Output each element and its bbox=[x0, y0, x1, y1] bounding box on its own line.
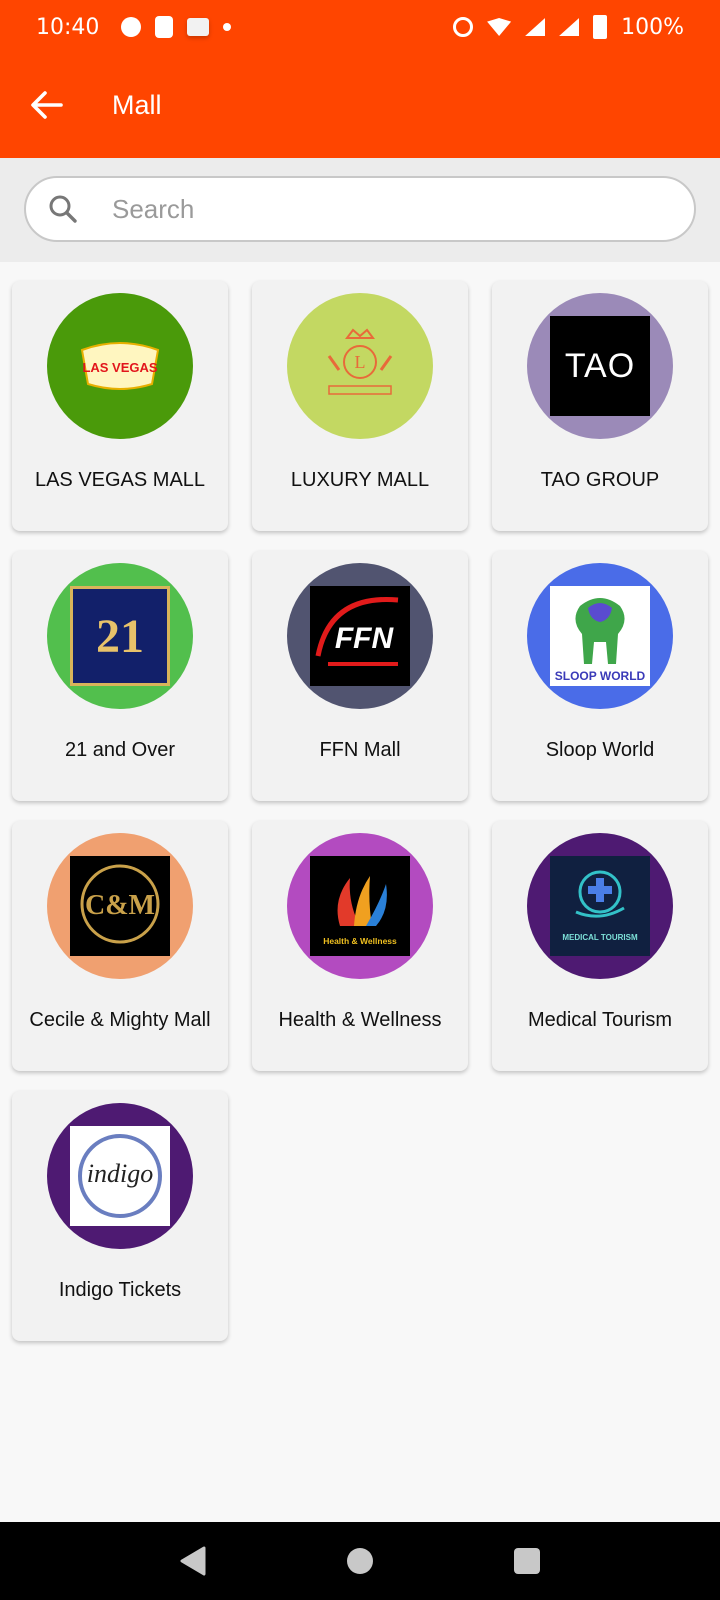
mall-card-health-wellness[interactable]: Health & Wellness Health & Wellness bbox=[252, 821, 468, 1071]
mall-label: Indigo Tickets bbox=[58, 1279, 182, 1301]
notification-icon bbox=[121, 17, 142, 37]
mall-label: Sloop World bbox=[545, 739, 655, 761]
mall-card-las-vegas[interactable]: LAS VEGAS LAS VEGAS MALL bbox=[12, 281, 228, 531]
battery-percent: 100% bbox=[621, 14, 684, 40]
nav-back-button[interactable] bbox=[173, 1541, 213, 1581]
mall-label: Health & Wellness bbox=[278, 1009, 442, 1031]
mall-card-luxury[interactable]: L LUXURY MALL bbox=[252, 281, 468, 531]
search-area bbox=[0, 158, 720, 262]
status-bar: 10:40 100% bbox=[0, 0, 720, 54]
ge-icon bbox=[187, 18, 210, 36]
mall-logo-circle: FFN bbox=[287, 563, 433, 709]
luxury-logo-text: L bbox=[355, 352, 366, 372]
sloop-logo-text: SLOOP WORLD bbox=[555, 669, 646, 683]
more-notifications-icon bbox=[223, 23, 232, 31]
ffn-logo-icon: FFN bbox=[310, 586, 410, 686]
system-nav-bar bbox=[0, 1522, 720, 1600]
mall-logo-circle: 21 bbox=[47, 563, 193, 709]
mall-label: LUXURY MALL bbox=[290, 469, 430, 491]
mall-logo-circle: TAO bbox=[527, 293, 673, 439]
21-logo-text: 21 bbox=[96, 609, 144, 663]
battery-icon bbox=[593, 15, 608, 39]
flame-people-icon: Health & Wellness bbox=[310, 856, 410, 956]
21-over-logo-icon: 21 bbox=[70, 586, 170, 686]
wifi-icon bbox=[487, 18, 512, 36]
mall-label: 21 and Over bbox=[64, 739, 176, 761]
mall-logo-circle: MEDICAL TOURISM bbox=[527, 833, 673, 979]
mall-label: LAS VEGAS MALL bbox=[34, 469, 206, 491]
mall-card-medical-tourism[interactable]: MEDICAL TOURISM Medical Tourism bbox=[492, 821, 708, 1071]
back-button[interactable] bbox=[0, 62, 92, 148]
las-vegas-logo-text: LAS VEGAS bbox=[82, 360, 157, 375]
arrow-left-icon bbox=[31, 91, 63, 119]
luxury-crest-icon: L bbox=[310, 316, 410, 416]
search-input[interactable] bbox=[112, 193, 632, 225]
cm-logo-text: C&M bbox=[85, 890, 155, 921]
status-time: 10:40 bbox=[36, 14, 100, 40]
alarm-icon bbox=[453, 17, 474, 37]
mall-card-cecile-mighty[interactable]: C&M Cecile & Mighty Mall bbox=[12, 821, 228, 1071]
indigo-logo-text: indigo bbox=[87, 1159, 153, 1188]
mall-logo-circle: SLOOP WORLD bbox=[527, 563, 673, 709]
mall-label: Cecile & Mighty Mall bbox=[29, 1009, 211, 1031]
nav-recents-button[interactable] bbox=[507, 1541, 547, 1581]
mall-logo-circle: LAS VEGAS bbox=[47, 293, 193, 439]
app-bar: 10:40 100% Mall bbox=[0, 0, 720, 158]
page-title: Mall bbox=[112, 89, 162, 120]
mall-card-21-and-over[interactable]: 21 21 and Over bbox=[12, 551, 228, 801]
search-bar[interactable] bbox=[24, 176, 696, 242]
ffn-logo-text: FFN bbox=[335, 622, 395, 655]
search-icon bbox=[26, 194, 100, 224]
tao-logo-text: TAO bbox=[564, 346, 636, 385]
mall-logo-circle: C&M bbox=[47, 833, 193, 979]
triangle-back-icon bbox=[180, 1546, 206, 1576]
data-warning-icon bbox=[155, 16, 174, 38]
mall-label: TAO GROUP bbox=[540, 469, 660, 491]
square-recents-icon bbox=[513, 1548, 540, 1574]
mall-label: FFN Mall bbox=[319, 739, 401, 761]
health-logo-text: Health & Wellness bbox=[323, 936, 397, 946]
tao-logo-icon: TAO bbox=[550, 316, 650, 416]
signal-icon bbox=[525, 18, 546, 36]
signal-icon-2 bbox=[559, 18, 580, 36]
elephant-icon: SLOOP WORLD bbox=[550, 586, 650, 686]
mall-card-ffn[interactable]: FFN FFN Mall bbox=[252, 551, 468, 801]
indigo-logo-icon: indigo bbox=[70, 1126, 170, 1226]
mall-card-tao[interactable]: TAO TAO GROUP bbox=[492, 281, 708, 531]
mall-logo-circle: Health & Wellness bbox=[287, 833, 433, 979]
mall-card-sloop-world[interactable]: SLOOP WORLD Sloop World bbox=[492, 551, 708, 801]
medical-hand-icon: MEDICAL TOURISM bbox=[550, 856, 650, 956]
medical-logo-text: MEDICAL TOURISM bbox=[562, 933, 638, 942]
cm-logo-icon: C&M bbox=[70, 856, 170, 956]
mall-logo-circle: indigo bbox=[47, 1103, 193, 1249]
circle-home-icon bbox=[346, 1548, 373, 1574]
mall-logo-circle: L bbox=[287, 293, 433, 439]
toolbar: Mall bbox=[0, 62, 720, 148]
las-vegas-sign-icon: LAS VEGAS bbox=[70, 316, 170, 416]
mall-grid: LAS VEGAS LAS VEGAS MALL L LUXURY MALL T… bbox=[12, 281, 708, 1341]
nav-home-button[interactable] bbox=[340, 1541, 380, 1581]
mall-card-indigo-tickets[interactable]: indigo Indigo Tickets bbox=[12, 1091, 228, 1341]
mall-label: Medical Tourism bbox=[527, 1009, 673, 1031]
